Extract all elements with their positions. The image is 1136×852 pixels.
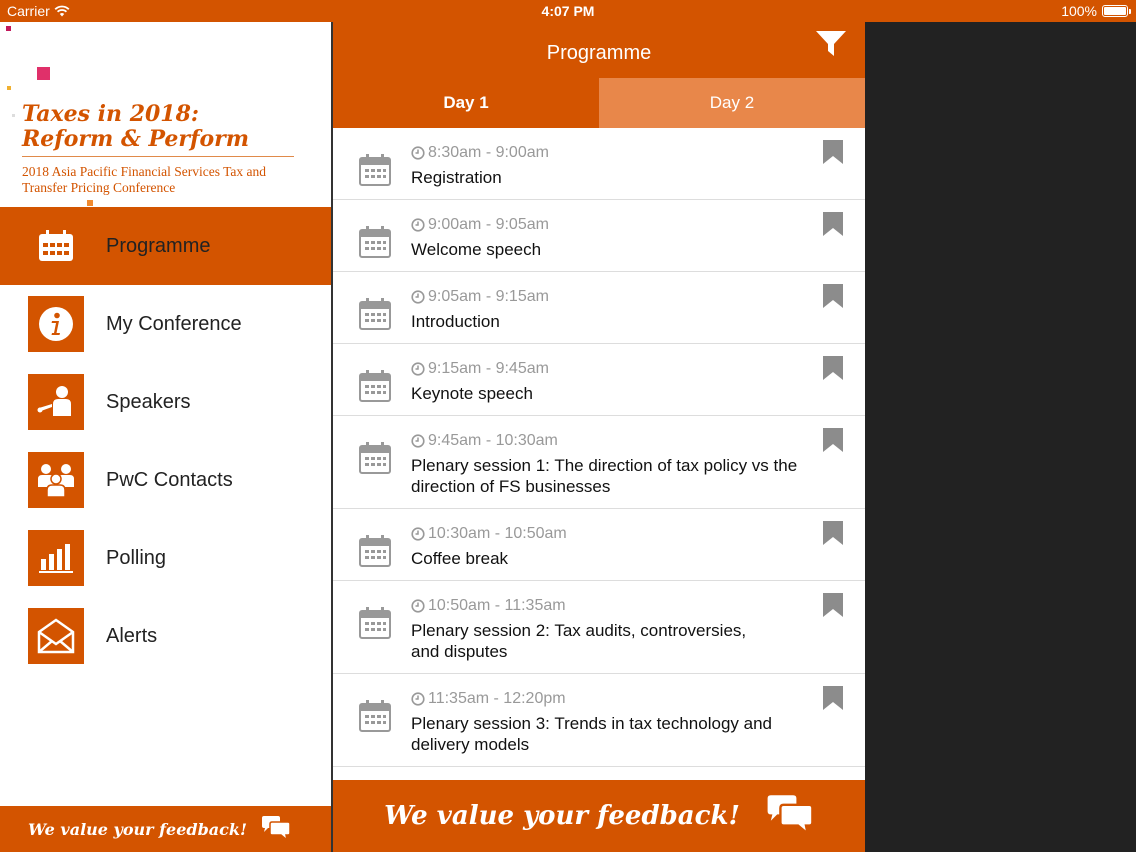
status-time: 4:07 PM — [541, 3, 595, 19]
empty-detail-area — [865, 22, 1136, 852]
sidebar: Taxes in 2018: Reform & Perform 2018 Asi… — [0, 22, 331, 852]
sidebar-item-label: Polling — [106, 546, 167, 569]
bookmark-icon[interactable] — [823, 686, 843, 710]
calendar-icon — [359, 370, 391, 402]
clock-icon — [411, 599, 425, 613]
info-icon — [28, 296, 84, 352]
session-title: Registration — [411, 168, 502, 187]
battery-label: 100% — [1061, 3, 1097, 19]
clock-icon — [411, 290, 425, 304]
envelope-icon — [28, 608, 84, 664]
calendar-icon — [359, 535, 391, 567]
status-bar: Carrier 4:07 PM 100% — [0, 0, 1136, 22]
session-time: 8:30am - 9:00am — [411, 144, 549, 162]
conference-logo: Taxes in 2018: Reform & Perform 2018 Asi… — [0, 22, 331, 207]
calendar-icon — [28, 218, 84, 274]
speaker-icon — [28, 374, 84, 430]
session-title: Keynote speech — [411, 384, 533, 403]
battery-indicator: 100% — [1061, 3, 1131, 19]
bookmark-icon[interactable] — [823, 521, 843, 545]
session-time: 9:15am - 9:45am — [411, 360, 549, 378]
feedback-banner[interactable]: We value your feedback! — [333, 780, 865, 852]
calendar-icon — [359, 700, 391, 732]
day-tabs: Day 1 Day 2 — [333, 78, 865, 128]
battery-icon — [1102, 5, 1131, 17]
sidebar-item-label: Alerts — [106, 624, 158, 647]
session-time: 9:05am - 9:15am — [411, 288, 549, 306]
feedback-button[interactable]: We value your feedback! — [0, 806, 331, 852]
session-row[interactable]: 11:35am - 12:20pm Plenary session 3: Tre… — [333, 674, 865, 767]
sidebar-item-label: Speakers — [106, 390, 191, 413]
session-row[interactable]: 10:30am - 10:50am Coffee break — [333, 509, 865, 581]
session-list: 8:30am - 9:00am Registration 9:00am - 9:… — [333, 128, 865, 780]
session-time: 10:30am - 10:50am — [411, 525, 567, 543]
session-row[interactable]: 9:15am - 9:45am Keynote speech — [333, 344, 865, 416]
session-time: 10:50am - 11:35am — [411, 597, 566, 615]
calendar-icon — [359, 226, 391, 258]
session-title: Introduction — [411, 312, 500, 331]
sidebar-item-polling[interactable]: Polling — [0, 519, 331, 597]
calendar-icon — [359, 442, 391, 474]
bookmark-icon[interactable] — [823, 284, 843, 308]
session-title: Plenary session 2: Tax audits, controver… — [411, 621, 747, 661]
session-time: 9:00am - 9:05am — [411, 216, 549, 234]
session-time: 11:35am - 12:20pm — [411, 690, 566, 708]
sidebar-item-alerts[interactable]: Alerts — [0, 597, 331, 675]
session-row[interactable]: 9:05am - 9:15am Introduction — [333, 272, 865, 344]
session-time: 9:45am - 10:30am — [411, 432, 558, 450]
sidebar-item-pwc-contacts[interactable]: PwC Contacts — [0, 441, 331, 519]
filter-icon[interactable] — [815, 30, 847, 58]
session-row[interactable]: 8:30am - 9:00am Registration — [333, 128, 865, 200]
conference-title: Taxes in 2018: Reform & Perform — [22, 101, 250, 152]
chat-bubbles-icon — [261, 816, 291, 842]
clock-icon — [411, 218, 425, 232]
sidebar-item-programme[interactable]: Programme — [0, 207, 331, 285]
page-title: Programme — [546, 42, 652, 64]
session-row[interactable]: 10:50am - 11:35am Plenary session 2: Tax… — [333, 581, 865, 674]
session-title: Plenary session 1: The direction of tax … — [411, 456, 798, 496]
tab-day-1[interactable]: Day 1 — [333, 78, 599, 128]
feedback-label: We value your feedback! — [28, 819, 247, 839]
calendar-icon — [359, 154, 391, 186]
calendar-icon — [359, 607, 391, 639]
clock-icon — [411, 692, 425, 706]
sidebar-menu: Programme My Conference Speakers PwC Con… — [0, 207, 331, 675]
bookmark-icon[interactable] — [823, 140, 843, 164]
sidebar-item-label: My Conference — [106, 312, 242, 335]
session-title: Coffee break — [411, 549, 509, 568]
clock-icon — [411, 146, 425, 160]
clock-icon — [411, 362, 425, 376]
session-title: Plenary session 3: Trends in tax technol… — [411, 714, 772, 754]
calendar-icon — [359, 298, 391, 330]
bar-chart-icon — [28, 530, 84, 586]
bookmark-icon[interactable] — [823, 212, 843, 236]
conference-subtitle: 2018 Asia Pacific Financial Services Tax… — [22, 164, 266, 195]
sidebar-item-label: PwC Contacts — [106, 468, 233, 491]
contacts-icon — [28, 452, 84, 508]
feedback-label: We value your feedback! — [384, 801, 740, 831]
sidebar-item-my-conference[interactable]: My Conference — [0, 285, 331, 363]
programme-panel: Programme Day 1 Day 2 8:30am - 9:00am Re… — [333, 22, 865, 852]
session-row[interactable]: 9:45am - 10:30am Plenary session 1: The … — [333, 416, 865, 509]
clock-icon — [411, 434, 425, 448]
sidebar-item-label: Programme — [106, 234, 211, 257]
nav-bar: Programme — [333, 22, 865, 78]
title-divider — [22, 156, 294, 157]
chat-bubbles-icon — [767, 795, 814, 837]
bookmark-icon[interactable] — [823, 428, 843, 452]
bookmark-icon[interactable] — [823, 356, 843, 380]
session-row[interactable]: 9:00am - 9:05am Welcome speech — [333, 200, 865, 272]
sidebar-item-speakers[interactable]: Speakers — [0, 363, 331, 441]
tab-day-2[interactable]: Day 2 — [599, 78, 865, 128]
bookmark-icon[interactable] — [823, 593, 843, 617]
session-title: Welcome speech — [411, 240, 542, 259]
clock-icon — [411, 527, 425, 541]
